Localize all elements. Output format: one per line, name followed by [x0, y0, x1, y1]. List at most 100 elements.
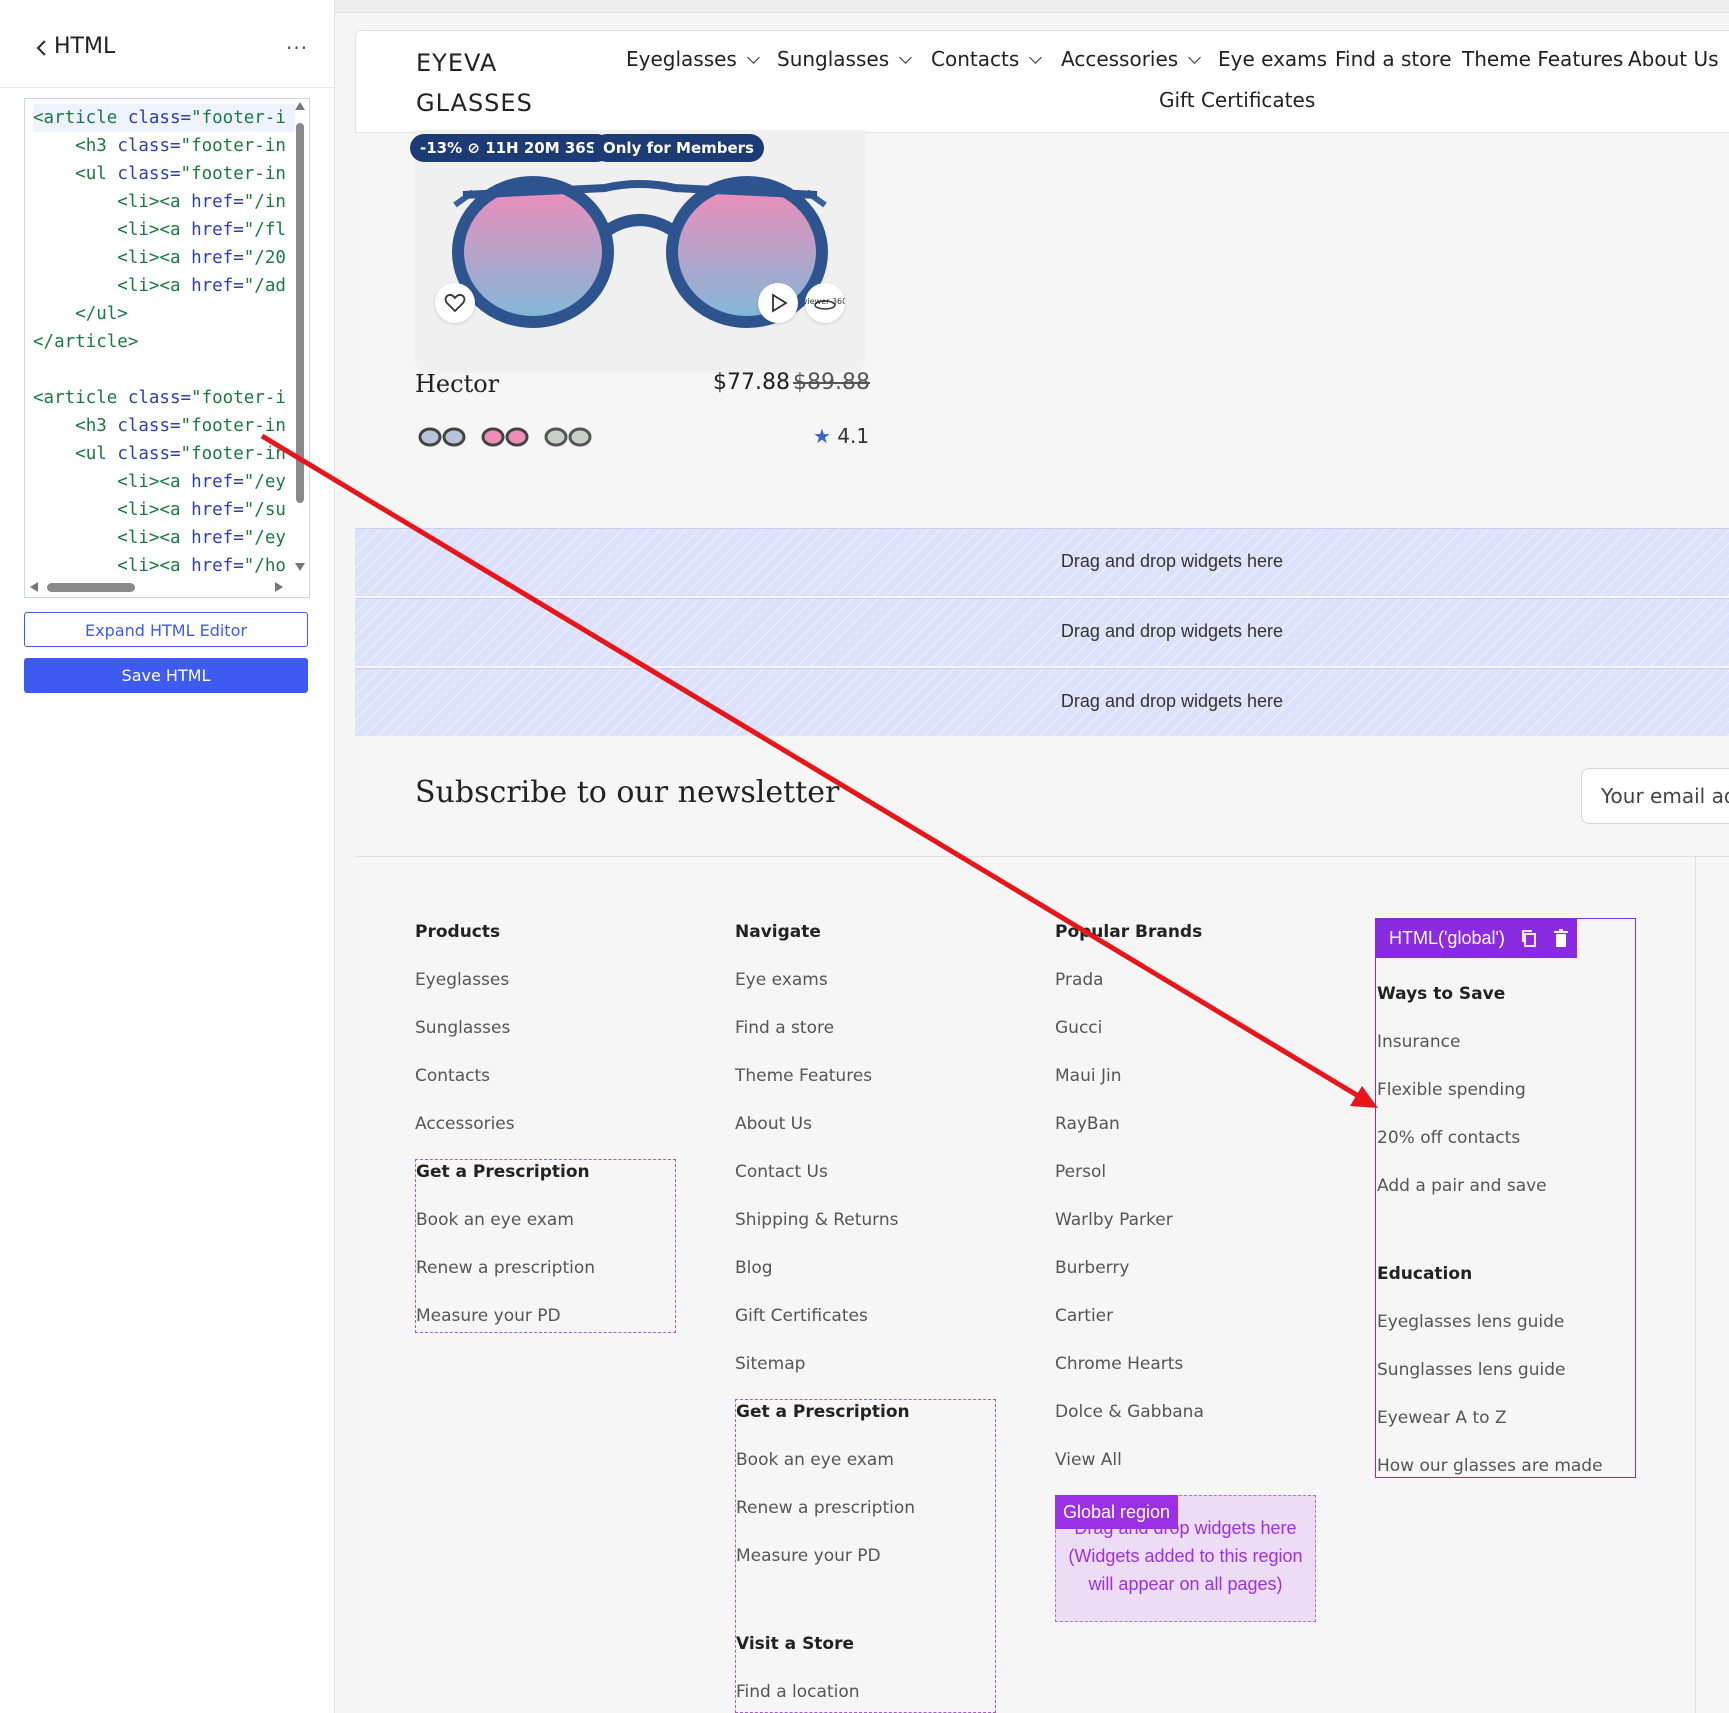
nav-sunglasses[interactable]: Sunglasses [777, 47, 912, 71]
color-swatch-grey[interactable] [544, 426, 592, 448]
color-swatch-blue[interactable] [418, 426, 466, 448]
code-line[interactable]: <ul class="footer-in [33, 160, 295, 188]
footer-link[interactable]: Sunglasses [415, 1018, 510, 1038]
code-line[interactable]: <article class="footer-i [33, 384, 295, 412]
footer-link[interactable]: 20% off contacts [1377, 1128, 1520, 1148]
footer-link[interactable]: Maui Jin [1055, 1066, 1122, 1086]
footer-link[interactable]: Insurance [1377, 1032, 1460, 1052]
code-lines[interactable]: <article class="footer-i <h3 class="foot… [33, 104, 295, 574]
product-name[interactable]: Hector [415, 370, 499, 398]
code-line[interactable]: <li><a href="/in [33, 188, 295, 216]
footer-link[interactable]: About Us [735, 1114, 812, 1134]
footer-link[interactable]: Book an eye exam [736, 1450, 894, 1470]
code-line[interactable] [33, 356, 295, 384]
color-swatch-pink[interactable] [481, 426, 529, 448]
drop-zone[interactable]: Drag and drop widgets here [355, 668, 1729, 736]
nav-eyeglasses[interactable]: Eyeglasses [626, 47, 760, 71]
footer-link[interactable]: Eyeglasses [415, 970, 509, 990]
nav-contacts[interactable]: Contacts [931, 47, 1043, 71]
footer-link[interactable]: Measure your PD [416, 1306, 561, 1326]
footer-link[interactable]: Renew a prescription [416, 1258, 595, 1278]
footer-link[interactable]: Gift Certificates [735, 1306, 868, 1326]
global-region-tag[interactable]: Global region [1055, 1495, 1179, 1529]
footer-link[interactable]: Blog [735, 1258, 773, 1278]
trash-icon[interactable] [1551, 928, 1571, 948]
footer-link[interactable]: Persol [1055, 1162, 1106, 1182]
code-line[interactable]: <li><a href="/fl [33, 216, 295, 244]
footer-link[interactable]: Flexible spending [1377, 1080, 1526, 1100]
footer-link[interactable]: Find a store [735, 1018, 834, 1038]
scroll-right-arrow-icon[interactable] [275, 582, 283, 592]
code-token: class= [117, 136, 181, 156]
footer-link[interactable]: Warlby Parker [1055, 1210, 1173, 1230]
wishlist-heart-icon[interactable] [435, 283, 475, 323]
footer-link[interactable]: Renew a prescription [736, 1498, 915, 1518]
code-token: class= [117, 416, 181, 436]
expand-html-editor-button[interactable]: Expand HTML Editor [24, 612, 308, 647]
code-line[interactable]: </ul> [33, 300, 295, 328]
site-logo[interactable]: EYEVA GLASSES [416, 43, 576, 123]
vertical-scrollbar[interactable] [296, 123, 304, 503]
code-line[interactable]: <h3 class="footer-in [33, 412, 295, 440]
footer-link[interactable]: Cartier [1055, 1306, 1113, 1326]
footer-link[interactable]: View All [1055, 1450, 1122, 1470]
footer-link[interactable]: RayBan [1055, 1114, 1120, 1134]
footer-link[interactable]: Book an eye exam [416, 1210, 574, 1230]
code-line[interactable]: <li><a href="/ho [33, 552, 295, 574]
code-line[interactable]: <ul class="footer-in [33, 440, 295, 468]
more-options-icon[interactable]: ··· [286, 36, 308, 60]
code-token: <article [33, 108, 128, 128]
footer-link[interactable]: Eyewear A to Z [1377, 1408, 1507, 1428]
product-image[interactable] [415, 130, 865, 373]
code-token: "/in [243, 192, 286, 212]
footer-link[interactable]: Shipping & Returns [735, 1210, 899, 1230]
footer-link[interactable]: Find a location [736, 1682, 860, 1702]
code-line[interactable]: </article> [33, 328, 295, 356]
nav-accessories[interactable]: Accessories [1061, 47, 1202, 71]
code-line[interactable]: <li><a href="/20 [33, 244, 295, 272]
newsletter-email-input[interactable]: Your email add [1581, 768, 1729, 824]
code-line[interactable]: <li><a href="/ey [33, 524, 295, 552]
chevron-left-icon[interactable] [32, 38, 52, 58]
nav-eye-exams[interactable]: Eye exams [1218, 47, 1327, 71]
scroll-left-arrow-icon[interactable] [30, 582, 38, 592]
code-line[interactable]: <li><a href="/ey [33, 468, 295, 496]
play-video-icon[interactable] [758, 283, 798, 323]
footer-link[interactable]: Gucci [1055, 1018, 1102, 1038]
code-token: href= [191, 248, 244, 268]
footer-link[interactable]: Measure your PD [736, 1546, 881, 1566]
footer-link[interactable]: Dolce & Gabbana [1055, 1402, 1204, 1422]
footer-link[interactable]: Chrome Hearts [1055, 1354, 1183, 1374]
code-line[interactable]: <article class="footer-i [33, 104, 295, 132]
footer-link[interactable]: Theme Features [735, 1066, 872, 1086]
footer-link[interactable]: Sitemap [735, 1354, 805, 1374]
code-line[interactable]: <h3 class="footer-in [33, 132, 295, 160]
drop-zone[interactable]: Drag and drop widgets here [355, 598, 1729, 666]
nav-theme-features[interactable]: Theme Features [1462, 47, 1623, 71]
nav-about-us[interactable]: About Us [1628, 47, 1719, 71]
footer-link[interactable]: Contacts [415, 1066, 490, 1086]
scroll-up-arrow-icon[interactable] [295, 102, 305, 110]
footer-link[interactable]: Accessories [415, 1114, 515, 1134]
footer-link[interactable]: How our glasses are made [1377, 1456, 1603, 1476]
drop-zone[interactable]: Drag and drop widgets here [355, 528, 1729, 596]
footer-link[interactable]: Contact Us [735, 1162, 828, 1182]
footer-link[interactable]: Eye exams [735, 970, 828, 990]
nav-find-a-store[interactable]: Find a store [1335, 47, 1452, 71]
footer-link[interactable]: Add a pair and save [1377, 1176, 1547, 1196]
footer-link[interactable]: Eyeglasses lens guide [1377, 1312, 1564, 1332]
copy-icon[interactable] [1519, 928, 1539, 948]
code-token: href= [191, 500, 244, 520]
save-html-button[interactable]: Save HTML [24, 658, 308, 693]
widget-toolbar[interactable]: HTML('global') [1375, 918, 1577, 958]
code-line[interactable]: <li><a href="/ad [33, 272, 295, 300]
footer-link[interactable]: Burberry [1055, 1258, 1129, 1278]
viewer-360-icon[interactable]: viewer 360 [803, 283, 847, 323]
nav-gift-certificates[interactable]: Gift Certificates [1159, 88, 1315, 112]
code-line[interactable]: <li><a href="/su [33, 496, 295, 524]
html-code-editor[interactable]: <article class="footer-i <h3 class="foot… [24, 98, 310, 598]
horizontal-scrollbar[interactable] [47, 583, 135, 592]
footer-link[interactable]: Prada [1055, 970, 1104, 990]
scroll-down-arrow-icon[interactable] [295, 563, 305, 571]
footer-link[interactable]: Sunglasses lens guide [1377, 1360, 1565, 1380]
